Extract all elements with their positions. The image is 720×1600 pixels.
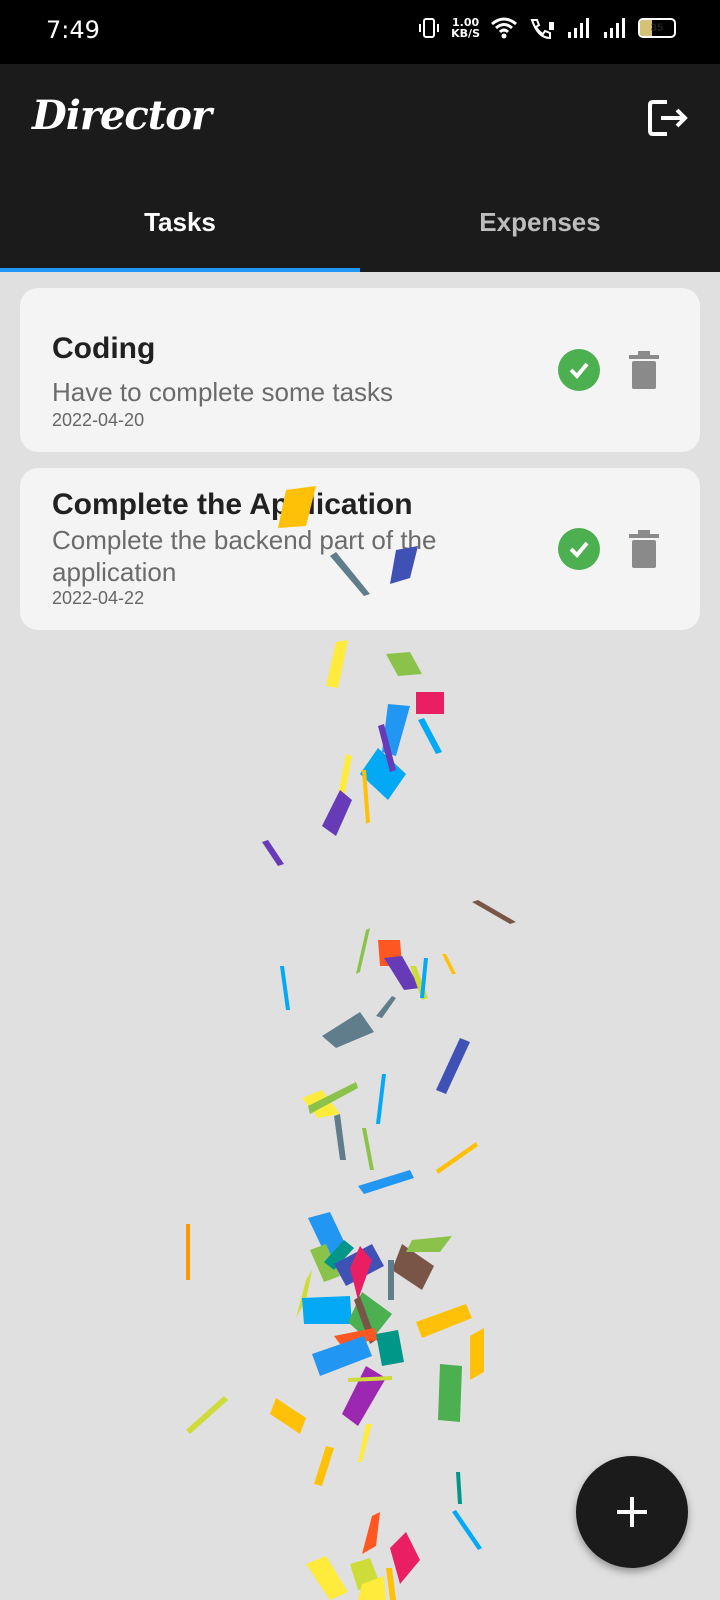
delete-task-button[interactable] [626,529,662,569]
signal-icon-2 [604,18,625,38]
plus-icon [617,1497,647,1527]
task-card[interactable]: Complete the Application Complete the ba… [20,468,700,630]
task-title: Complete the Application [52,488,413,521]
delete-task-button[interactable] [626,350,662,390]
status-time: 7:49 [46,16,100,44]
status-bar: 7:49 1.00 KB/S 35 [0,0,720,64]
tab-expenses[interactable]: Expenses [360,172,720,272]
complete-task-button[interactable] [558,349,600,391]
wifi-icon [491,17,517,39]
tab-tasks[interactable]: Tasks [0,172,360,272]
task-description: Have to complete some tasks [52,377,394,407]
trash-icon [629,530,659,568]
wifi-calling-icon [530,19,554,40]
check-icon [569,362,589,379]
task-title: Coding [52,332,156,365]
network-speed: 1.00 KB/S [451,17,480,39]
app-title: Director [32,92,212,139]
task-description: Complete the backend part of the applica… [52,525,437,587]
check-icon [569,541,589,558]
battery-level: 35 [650,22,664,34]
add-task-button[interactable] [576,1456,688,1568]
battery-icon: 35 [638,18,676,38]
task-date: 2022-04-22 [52,588,145,608]
task-card[interactable]: Coding Have to complete some tasks 2022-… [20,288,700,452]
vibrate-icon [419,18,440,38]
complete-task-button[interactable] [558,528,600,570]
logout-icon [648,100,688,136]
trash-icon [629,351,659,389]
app-bar: Director [0,64,720,172]
status-icons: 1.00 KB/S 35 [417,16,676,40]
logout-button[interactable] [644,94,692,142]
network-speed-unit: KB/S [451,27,480,40]
tab-bar: Tasks Expenses [0,172,720,272]
task-date: 2022-04-20 [52,410,145,430]
signal-icon [568,18,589,38]
